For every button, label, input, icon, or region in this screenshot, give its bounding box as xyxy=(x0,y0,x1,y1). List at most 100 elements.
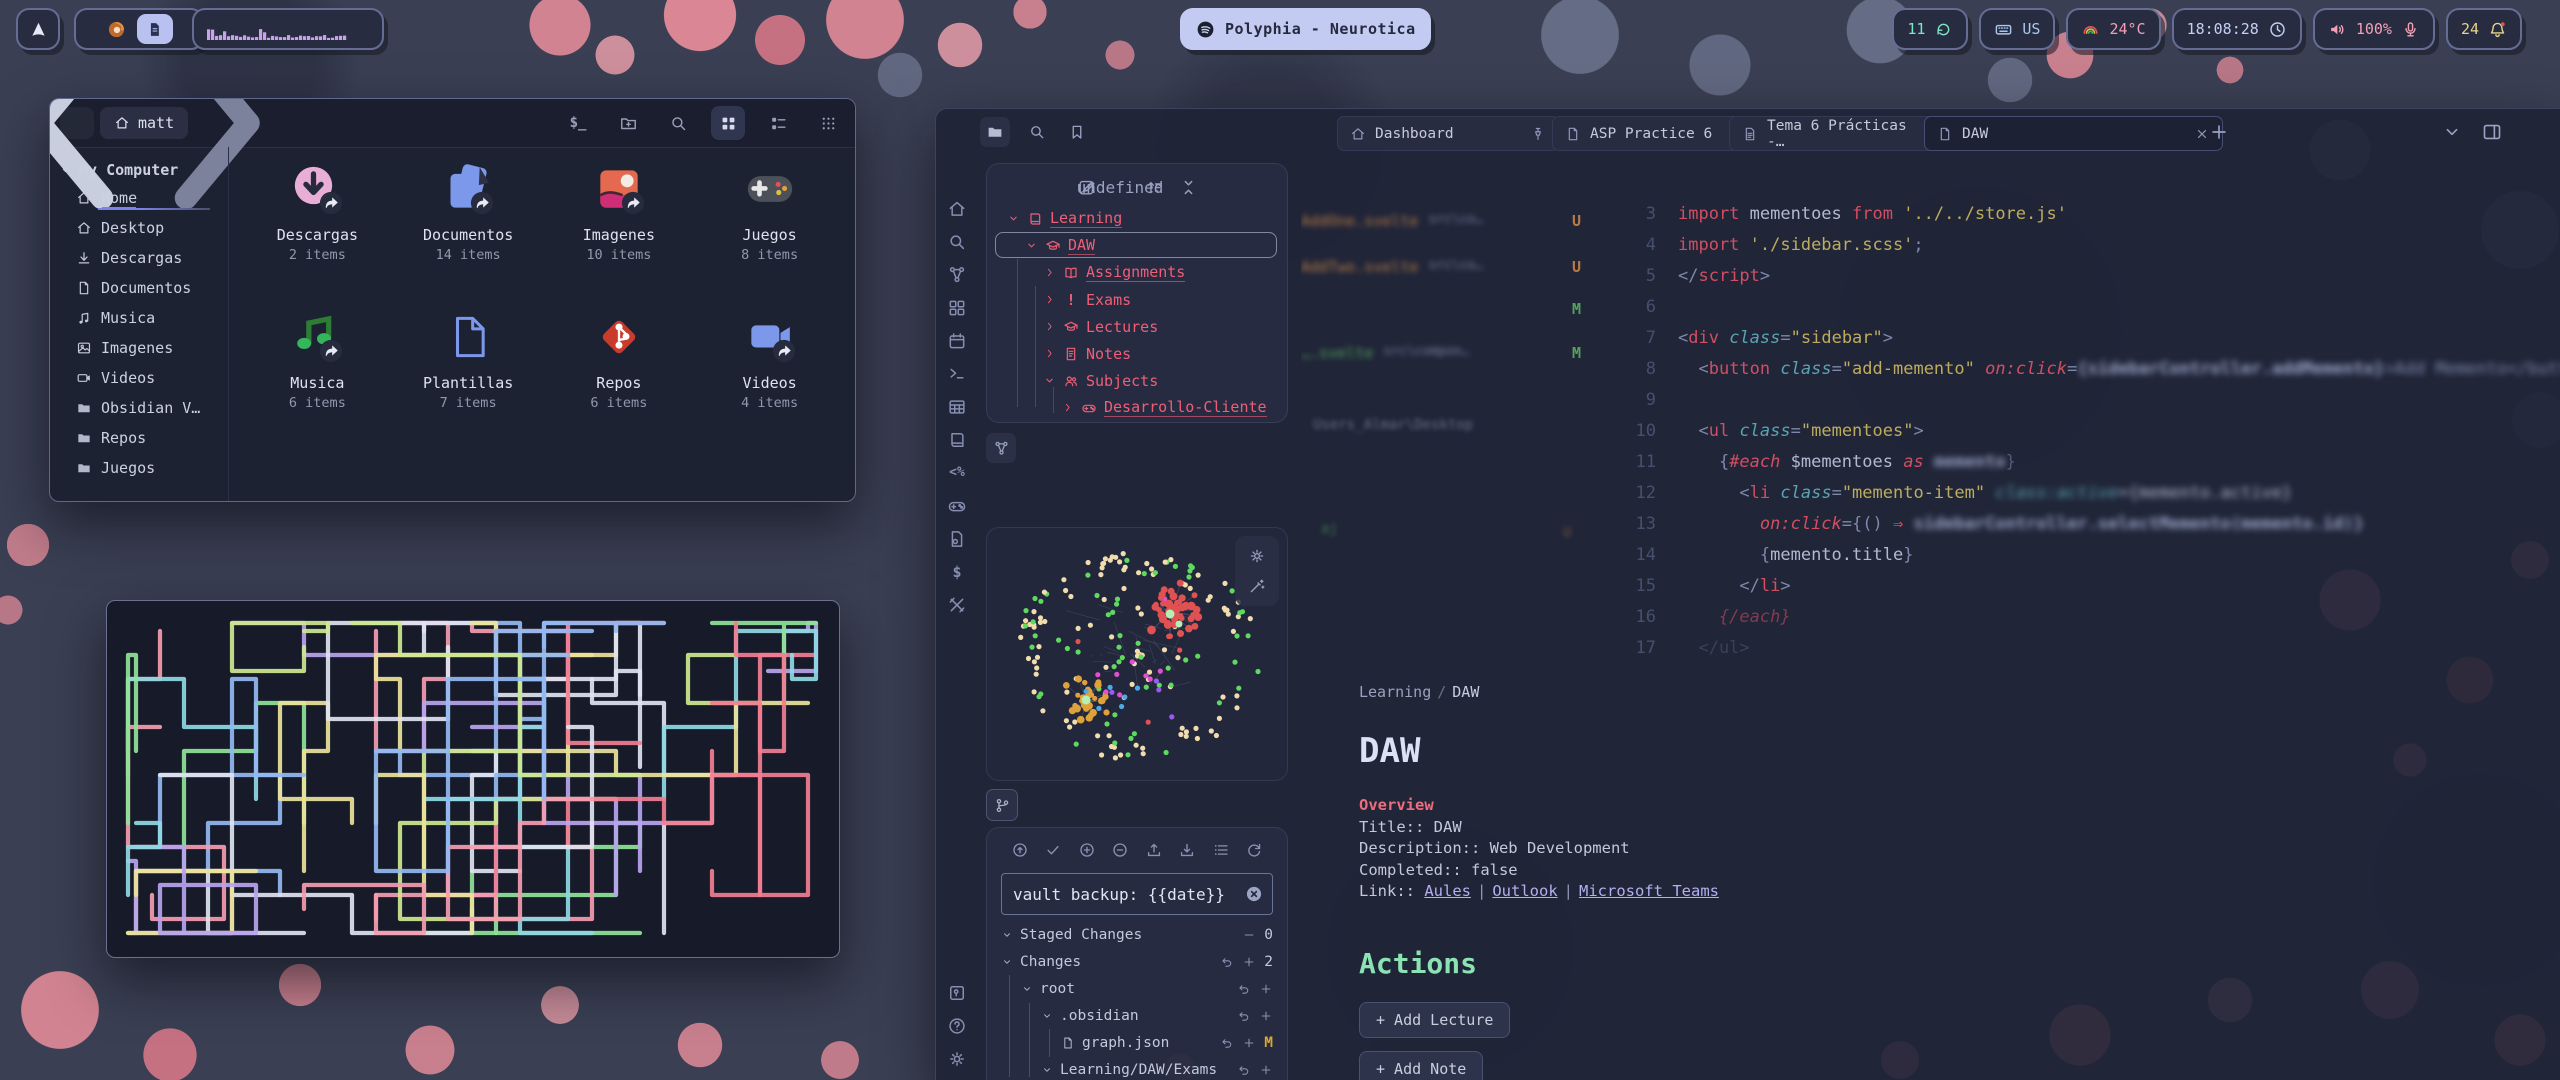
tree-item-exams[interactable]: !Exams xyxy=(987,286,1287,313)
firefox-workspace-icon[interactable] xyxy=(106,19,127,40)
note-breadcrumb[interactable]: Learning/DAW xyxy=(1359,683,2179,701)
ribbon-vault-button[interactable] xyxy=(947,983,967,1003)
git-row-learning-daw-exams[interactable]: Learning/DAW/Exams xyxy=(987,1056,1287,1080)
tab-tema-6-pr-cticas-[interactable]: Tema 6 Prácticas -… xyxy=(1729,116,1935,151)
folder-videos[interactable]: Videos4 items xyxy=(694,299,845,411)
search-button[interactable] xyxy=(661,106,695,140)
sidebar-item-desktop[interactable]: Desktop xyxy=(50,213,228,243)
sidebar-item-obsidian-v-[interactable]: Obsidian V… xyxy=(50,393,228,423)
clock-widget[interactable]: 18:08:28 xyxy=(2172,8,2302,50)
sidebar-item-repos[interactable]: Repos xyxy=(50,423,228,453)
tree-item-assignments[interactable]: Assignments xyxy=(987,259,1287,286)
undo-icon[interactable] xyxy=(1237,1063,1251,1077)
link-microsoft-teams[interactable]: Microsoft Teams xyxy=(1579,882,1719,900)
sidebar-tab-bookmark[interactable] xyxy=(1062,117,1092,147)
ribbon-gear-button[interactable] xyxy=(947,1049,967,1069)
undo-icon[interactable] xyxy=(1220,1036,1234,1050)
folder-descargas[interactable]: Descargas2 items xyxy=(242,151,393,263)
ribbon-terminal-button[interactable] xyxy=(947,364,967,384)
sidebar-tab-folder[interactable] xyxy=(980,117,1010,147)
ribbon-tools-button[interactable] xyxy=(947,595,967,615)
plus-icon[interactable] xyxy=(1259,1063,1273,1077)
folder-documentos[interactable]: Documentos14 items xyxy=(393,151,544,263)
git-row--obsidian[interactable]: .obsidian xyxy=(987,1002,1287,1029)
tree-item-learning[interactable]: Learning xyxy=(987,205,1287,232)
weather-widget[interactable]: 24°C xyxy=(2066,8,2160,50)
folder-imagenes[interactable]: Imagenes10 items xyxy=(544,151,695,263)
tab-asp-practice-6[interactable]: ASP Practice 6 xyxy=(1552,116,1740,151)
split-layout-button[interactable] xyxy=(2481,121,2503,143)
undo-icon[interactable] xyxy=(1220,955,1234,969)
clear-icon[interactable] xyxy=(1244,884,1264,904)
ribbon-search-button[interactable] xyxy=(947,232,967,252)
updates-widget[interactable]: 11 xyxy=(1892,8,1968,50)
sidebar-item-imagenes[interactable]: Imagenes xyxy=(50,333,228,363)
add-lecture-button[interactable]: + Add Lecture xyxy=(1359,1002,1510,1038)
git-check-button[interactable] xyxy=(1044,841,1062,859)
tree-item-lectures[interactable]: Lectures xyxy=(987,313,1287,340)
git-row-changes[interactable]: Changes2 xyxy=(987,948,1287,975)
ribbon-file-badge-button[interactable] xyxy=(947,529,967,549)
list-view-button[interactable] xyxy=(761,106,795,140)
forward-button[interactable] xyxy=(194,107,228,139)
sidebar-root[interactable]: My Computer xyxy=(50,157,228,183)
graph-view-panel[interactable] xyxy=(986,527,1288,781)
plus-icon[interactable] xyxy=(1242,1036,1256,1050)
grid-view-button[interactable] xyxy=(711,106,745,140)
tree-item-daw[interactable]: DAW xyxy=(987,232,1287,259)
ribbon-graph-button[interactable] xyxy=(947,265,967,285)
tab-daw[interactable]: DAW xyxy=(1924,116,2223,151)
git-list-button[interactable] xyxy=(1212,841,1230,859)
tab-dashboard[interactable]: Dashboard xyxy=(1337,116,1559,151)
ribbon-dollar-button[interactable]: $ xyxy=(947,562,967,582)
git-plus-circle-button[interactable] xyxy=(1078,841,1096,859)
minus-icon[interactable] xyxy=(1242,928,1256,942)
plus-icon[interactable] xyxy=(1242,955,1256,969)
git-minus-circle-button[interactable] xyxy=(1111,841,1129,859)
folder-repos[interactable]: Repos6 items xyxy=(544,299,695,411)
tab-list-button[interactable] xyxy=(2441,121,2463,143)
active-workspace[interactable] xyxy=(137,14,173,44)
graph-gear-button[interactable] xyxy=(1248,547,1266,565)
ribbon-table-button[interactable] xyxy=(947,397,967,417)
new-folder-button[interactable]: undefined xyxy=(1111,178,1130,197)
notifications-widget[interactable]: 24 xyxy=(2446,8,2522,50)
ribbon-help-button[interactable] xyxy=(947,1016,967,1036)
ribbon-templater-button[interactable]: <% xyxy=(947,463,967,483)
git-row-staged-changes[interactable]: Staged Changes0 xyxy=(987,921,1287,948)
ribbon-book-button[interactable] xyxy=(947,430,967,450)
git-row-root[interactable]: root xyxy=(987,975,1287,1002)
sidebar-item-videos[interactable]: Videos xyxy=(50,363,228,393)
undo-icon[interactable] xyxy=(1237,982,1251,996)
link-outlook[interactable]: Outlook xyxy=(1492,882,1557,900)
terminal-button[interactable]: $_ xyxy=(561,106,595,140)
folder-musica[interactable]: Musica6 items xyxy=(242,299,393,411)
link-aules[interactable]: Aules xyxy=(1424,882,1471,900)
sidebar-item-musica[interactable]: Musica xyxy=(50,303,228,333)
ribbon-home-button[interactable] xyxy=(947,199,967,219)
undo-icon[interactable] xyxy=(1237,1009,1251,1023)
tree-item-subjects[interactable]: Subjects xyxy=(987,367,1287,394)
git-panel-chip[interactable] xyxy=(986,789,1018,821)
compact-view-button[interactable] xyxy=(811,106,845,140)
app-launcher-button[interactable] xyxy=(16,8,60,50)
folder-juegos[interactable]: Juegos8 items xyxy=(694,151,845,263)
sidebar-item-documentos[interactable]: Documentos xyxy=(50,273,228,303)
git-commit-button[interactable] xyxy=(1011,841,1029,859)
audio-widget[interactable]: 100% xyxy=(2313,8,2435,50)
ribbon-calendar-button[interactable] xyxy=(947,331,967,351)
new-tab-button[interactable] xyxy=(2208,121,2230,143)
keyboard-layout-widget[interactable]: US xyxy=(1979,8,2055,50)
git-refresh-button[interactable] xyxy=(1245,841,1263,859)
graph-wand-button[interactable] xyxy=(1248,577,1266,595)
graph-view-chip[interactable] xyxy=(986,433,1016,463)
folder-plus-button[interactable] xyxy=(611,106,645,140)
sidebar-item-descargas[interactable]: Descargas xyxy=(50,243,228,273)
plus-icon[interactable] xyxy=(1259,1009,1273,1023)
ribbon-grid-button[interactable] xyxy=(947,298,967,318)
plus-icon[interactable] xyxy=(1259,982,1273,996)
tree-item-notes[interactable]: Notes xyxy=(987,340,1287,367)
ribbon-gamepad-button[interactable] xyxy=(947,496,967,516)
sidebar-item-juegos[interactable]: Juegos xyxy=(50,453,228,483)
workspaces[interactable] xyxy=(74,8,204,50)
